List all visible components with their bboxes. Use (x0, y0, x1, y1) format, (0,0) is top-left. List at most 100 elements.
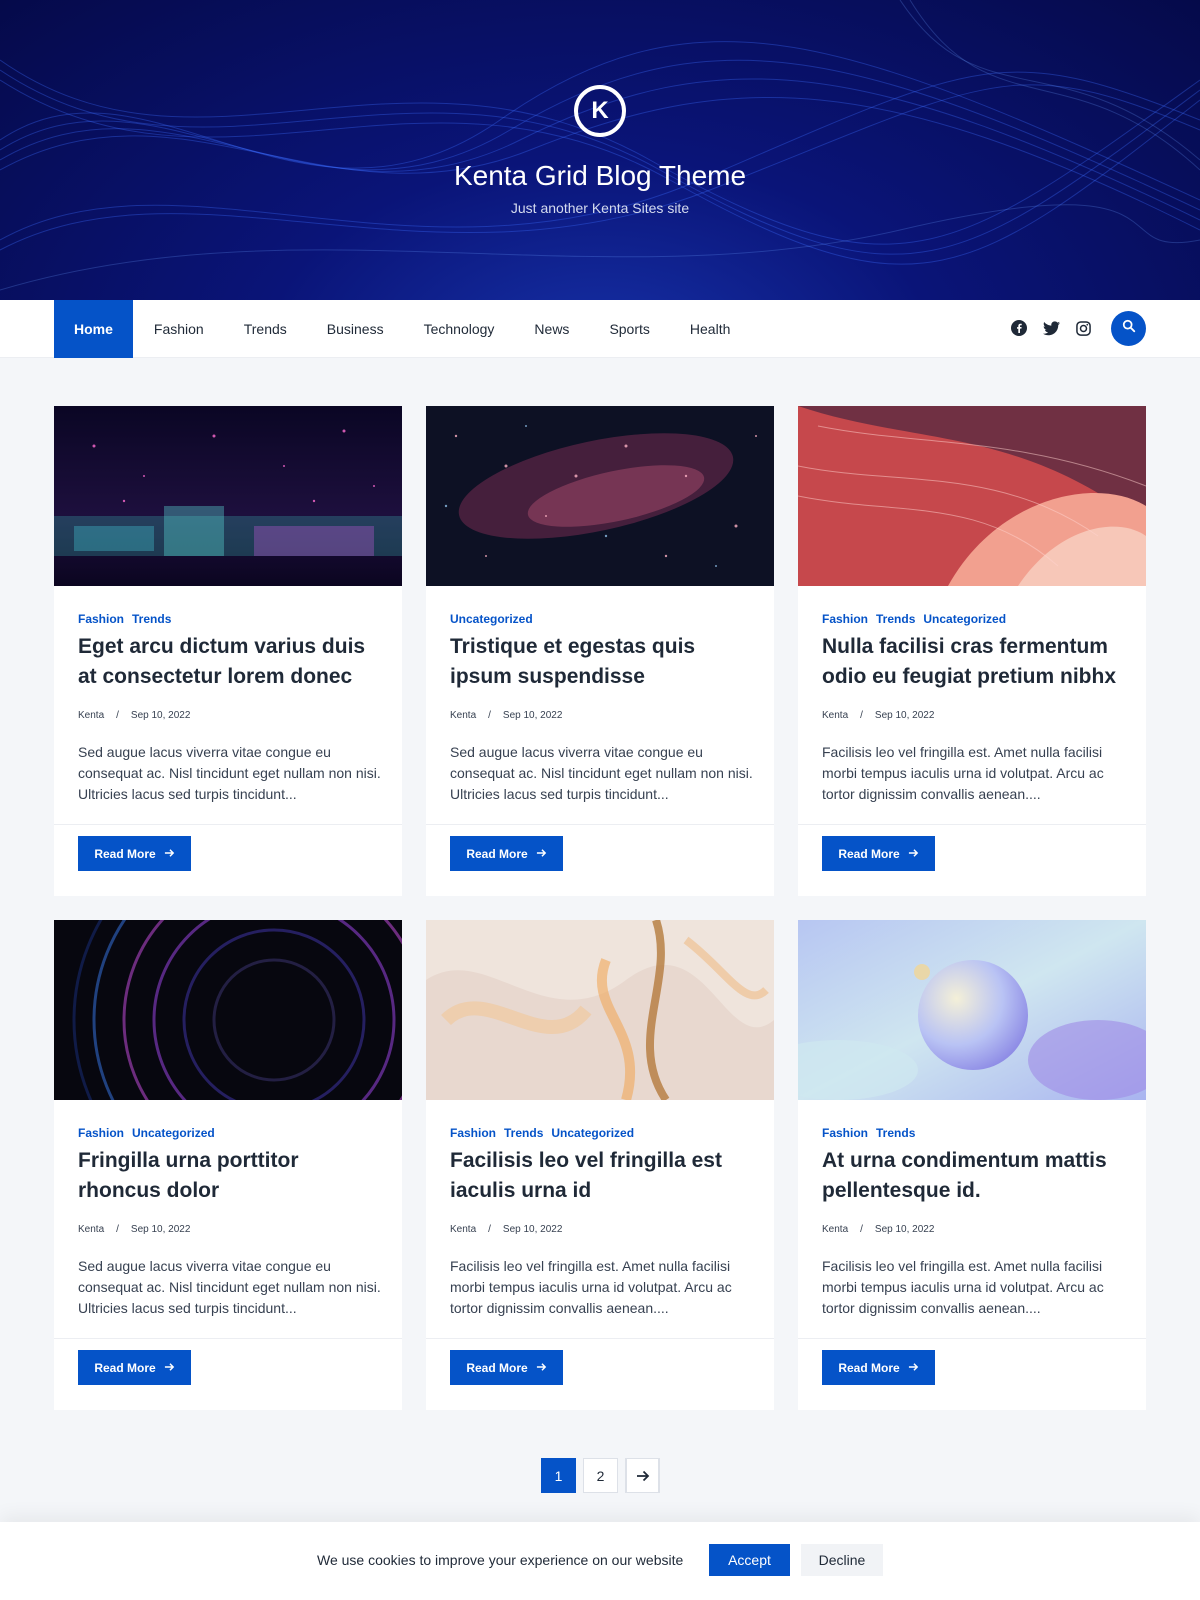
category-link[interactable]: Fashion (78, 1126, 124, 1140)
post-thumbnail[interactable] (54, 920, 402, 1100)
post-card: Fashion Trends Uncategorized Facilisis l… (426, 920, 774, 1410)
arrow-right-icon (536, 847, 547, 861)
post-categories: Fashion Uncategorized (78, 1126, 215, 1140)
nav-item-technology[interactable]: Technology (404, 300, 515, 358)
card-divider (426, 1338, 774, 1339)
post-date: Sep 10, 2022 (130, 710, 191, 721)
arrow-right-icon (536, 1361, 547, 1375)
post-meta: Kenta / Sep 10, 2022 (450, 710, 562, 721)
category-link[interactable]: Fashion (822, 1126, 868, 1140)
category-link[interactable]: Uncategorized (132, 1126, 215, 1140)
card-divider (798, 1338, 1146, 1339)
post-author[interactable]: Kenta (450, 1224, 476, 1235)
nav-item-health[interactable]: Health (670, 300, 750, 358)
site-logo[interactable]: K (574, 85, 626, 137)
next-page-button[interactable] (625, 1458, 660, 1493)
site-tagline: Just another Kenta Sites site (510, 200, 690, 216)
meta-separator: / (488, 710, 491, 721)
page-1-button[interactable]: 1 (541, 1458, 576, 1493)
arrow-right-icon (164, 847, 175, 861)
post-excerpt: Facilisis leo vel fringilla est. Amet nu… (822, 1258, 1104, 1316)
post-author[interactable]: Kenta (450, 710, 476, 721)
category-link[interactable]: Fashion (450, 1126, 496, 1140)
post-excerpt: Facilisis leo vel fringilla est. Amet nu… (822, 744, 1104, 802)
post-author[interactable]: Kenta (822, 710, 848, 721)
arrow-right-icon (908, 1361, 919, 1375)
post-thumbnail[interactable] (54, 406, 402, 586)
nav-item-sports[interactable]: Sports (589, 300, 669, 358)
category-link[interactable]: Trends (876, 1126, 915, 1140)
post-author[interactable]: Kenta (822, 1224, 848, 1235)
card-divider (54, 1338, 402, 1339)
site-title[interactable]: Kenta Grid Blog Theme (0, 160, 1200, 192)
cookie-accept-button[interactable]: Accept (709, 1544, 790, 1576)
post-categories: Fashion Trends (78, 612, 171, 626)
nav-item-fashion[interactable]: Fashion (134, 300, 224, 358)
post-title[interactable]: Facilisis leo vel fringilla est iaculis … (450, 1146, 755, 1206)
search-button[interactable] (1111, 311, 1146, 346)
read-more-label: Read More (94, 846, 156, 861)
cookie-banner: We use cookies to improve your experienc… (0, 1522, 1200, 1600)
read-more-button[interactable]: Read More (822, 1350, 935, 1385)
logo-letter: K (591, 97, 609, 124)
category-link[interactable]: Uncategorized (923, 612, 1006, 626)
post-meta: Kenta / Sep 10, 2022 (450, 1224, 562, 1235)
twitter-icon[interactable] (1042, 319, 1060, 337)
category-link[interactable]: Uncategorized (551, 1126, 634, 1140)
post-card: Fashion Trends At urna condimentum matti… (798, 920, 1146, 1410)
post-categories: Uncategorized (450, 612, 533, 626)
post-author[interactable]: Kenta (78, 1224, 104, 1235)
post-card: Fashion Uncategorized Fringilla urna por… (54, 920, 402, 1410)
read-more-label: Read More (838, 846, 900, 861)
nav-item-trends[interactable]: Trends (224, 300, 307, 358)
post-thumbnail[interactable] (426, 406, 774, 586)
meta-separator: / (488, 1224, 491, 1235)
card-divider (426, 824, 774, 825)
post-card: Uncategorized Tristique et egestas quis … (426, 406, 774, 896)
pagination: 1 2 (541, 1458, 660, 1493)
category-link[interactable]: Trends (132, 612, 171, 626)
post-title[interactable]: Nulla facilisi cras fermentum odio eu fe… (822, 632, 1127, 692)
cookie-decline-button[interactable]: Decline (801, 1544, 883, 1576)
post-excerpt: Sed augue lacus viverra vitae congue eu … (78, 1258, 381, 1316)
category-link[interactable]: Trends (876, 612, 915, 626)
cookie-message: We use cookies to improve your experienc… (317, 1552, 684, 1568)
post-title[interactable]: At urna condimentum mattis pellentesque … (822, 1146, 1127, 1206)
nav-item-news[interactable]: News (514, 300, 589, 358)
wave-background (0, 0, 1200, 291)
read-more-button[interactable]: Read More (78, 1350, 191, 1385)
post-thumbnail[interactable] (798, 406, 1146, 586)
read-more-button[interactable]: Read More (78, 836, 191, 871)
read-more-label: Read More (466, 1360, 528, 1375)
card-divider (54, 824, 402, 825)
post-excerpt: Sed augue lacus viverra vitae congue eu … (450, 744, 753, 802)
post-date: Sep 10, 2022 (130, 1224, 191, 1235)
read-more-button[interactable]: Read More (822, 836, 935, 871)
facebook-icon[interactable] (1010, 319, 1028, 337)
post-title[interactable]: Fringilla urna porttitor rhoncus dolor (78, 1146, 383, 1206)
nav-item-business[interactable]: Business (307, 300, 404, 358)
instagram-icon[interactable] (1074, 319, 1092, 337)
category-link[interactable]: Fashion (822, 612, 868, 626)
meta-separator: / (116, 1224, 119, 1235)
meta-separator: / (860, 1224, 863, 1235)
read-more-button[interactable]: Read More (450, 836, 563, 871)
read-more-button[interactable]: Read More (450, 1350, 563, 1385)
post-title[interactable]: Eget arcu dictum varius duis at consecte… (78, 632, 383, 692)
post-thumbnail[interactable] (426, 920, 774, 1100)
post-title[interactable]: Tristique et egestas quis ipsum suspendi… (450, 632, 755, 692)
category-link[interactable]: Fashion (78, 612, 124, 626)
arrow-right-icon (164, 1361, 175, 1375)
nav-item-home[interactable]: Home (54, 300, 133, 358)
category-link[interactable]: Trends (504, 1126, 543, 1140)
arrow-right-icon (908, 847, 919, 861)
post-thumbnail[interactable] (798, 920, 1146, 1100)
search-icon (1122, 319, 1136, 338)
category-link[interactable]: Uncategorized (450, 612, 533, 626)
post-categories: Fashion Trends Uncategorized (450, 1126, 634, 1140)
nav-menu: Home Fashion Trends Business Technology … (54, 300, 750, 358)
card-divider (798, 824, 1146, 825)
page-2-button[interactable]: 2 (583, 1458, 618, 1493)
post-meta: Kenta / Sep 10, 2022 (78, 1224, 190, 1235)
post-author[interactable]: Kenta (78, 710, 104, 721)
